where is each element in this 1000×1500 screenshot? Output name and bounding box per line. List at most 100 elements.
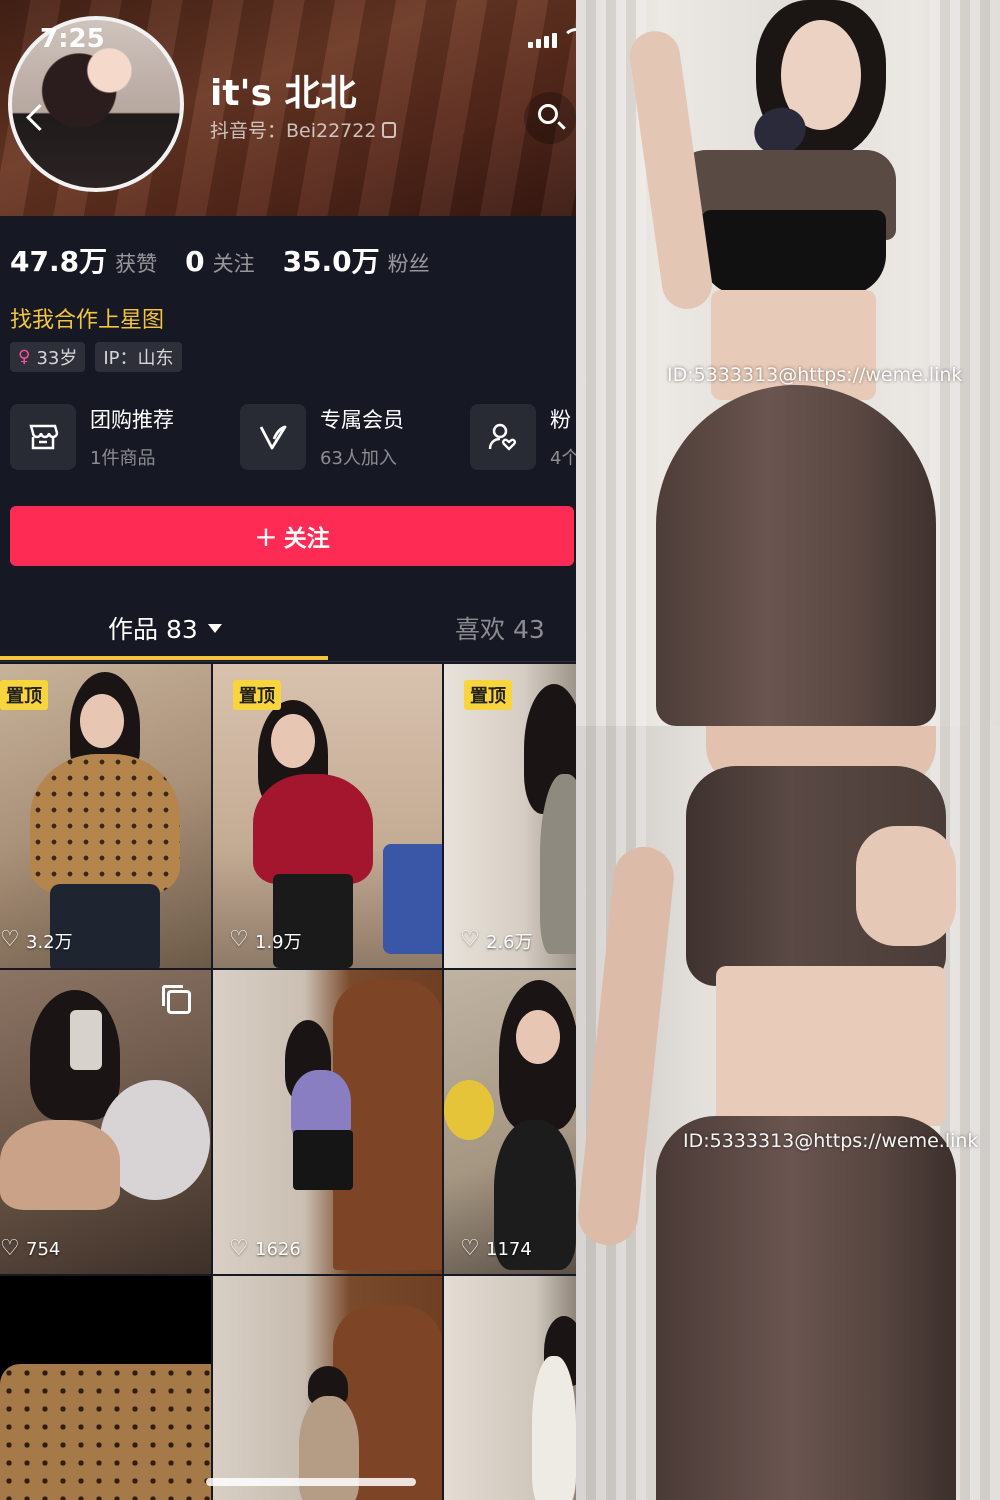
watermark-text: ID:5333313@https://weme.link [667, 364, 963, 386]
heart-icon [229, 1236, 249, 1261]
home-indicator [206, 1478, 416, 1486]
curtain-shape [576, 0, 646, 726]
plus-icon: + [254, 519, 278, 553]
skirt-shape [656, 385, 936, 726]
profile-screen: 7:25 it's 北北 抖音号：Bei22722 47.8万 获赞 0 关注 … [0, 0, 576, 1500]
profile-stats: 47.8万 获赞 0 关注 35.0万 粉丝 [10, 240, 458, 280]
stat-label: 获赞 [115, 252, 158, 276]
video-thumbnail[interactable] [213, 1276, 442, 1500]
like-count-text: 3.2万 [26, 932, 73, 953]
like-count-text: 2.6万 [486, 932, 533, 953]
video-thumbnail[interactable] [0, 1276, 211, 1500]
tab-works[interactable]: 作品 83 [108, 610, 222, 646]
age-tag: ♀ 33岁 [10, 342, 86, 372]
like-count: 2.6万 [460, 927, 533, 954]
douyin-id-row: 抖音号：Bei22722 [210, 116, 397, 143]
stat-following[interactable]: 0 关注 [185, 245, 254, 278]
status-bar-time: 7:25 [40, 24, 105, 54]
service-title: 团购推荐 [90, 408, 174, 432]
wifi-icon [562, 28, 576, 46]
stat-number: 0 [185, 245, 205, 278]
flowers-shape [444, 1080, 494, 1140]
username: it's 北北 [210, 73, 357, 114]
stat-number: 35.0万 [282, 245, 380, 278]
legs-shape [0, 1120, 120, 1210]
waist-shape [716, 966, 946, 1126]
like-count-text: 1626 [255, 1239, 301, 1260]
phone-shape [70, 1010, 102, 1070]
douyin-id: 抖音号：Bei22722 [210, 120, 377, 142]
white-cardigan-shape [532, 1356, 576, 1500]
skirt-shape [50, 884, 160, 968]
video-thumbnail[interactable]: 置顶 2.6万 [444, 664, 576, 968]
profile-bio: 找我合作上星图 [10, 308, 165, 333]
stat-label: 粉丝 [387, 252, 430, 276]
multi-image-icon [162, 985, 191, 1014]
red-top-shape [253, 774, 373, 884]
video-thumbnail[interactable]: 754 [0, 970, 211, 1274]
leopard-fabric-shape [0, 1364, 211, 1500]
bucket-shape [383, 844, 442, 954]
video-thumbnail[interactable]: 置顶 3.2万 [0, 664, 211, 968]
service-member[interactable]: 专属会员 63人加入 [240, 404, 470, 470]
female-gender-icon: ♀ [18, 347, 31, 367]
tab-likes[interactable]: 喜欢 43 [455, 610, 545, 646]
v-member-icon [240, 404, 306, 470]
caret-down-icon [207, 623, 222, 633]
skirt-shape [293, 1130, 353, 1190]
service-subtitle: 1件商品 [90, 448, 156, 469]
heart-icon [0, 927, 20, 952]
pinned-badge: 置顶 [233, 680, 281, 710]
service-title: 粉 [550, 408, 571, 432]
heart-icon [460, 1236, 480, 1261]
service-subtitle: 63人加入 [320, 448, 397, 469]
age-text: 33岁 [36, 348, 78, 369]
copy-icon[interactable] [382, 121, 397, 138]
video-thumbnail[interactable] [444, 1276, 576, 1500]
back-button[interactable] [20, 100, 50, 136]
stat-number: 47.8万 [10, 245, 108, 278]
profile-tags: ♀ 33岁 IP：山东 [10, 342, 182, 372]
skirt-shape [656, 1116, 956, 1500]
video-thumbnail[interactable]: 置顶 1.9万 [213, 664, 442, 968]
like-count: 1.9万 [229, 927, 302, 954]
like-count: 1626 [229, 1236, 301, 1261]
content-tabs: 作品 83 喜欢 43 [0, 596, 576, 662]
like-count-text: 1.9万 [255, 932, 302, 953]
pinned-badge: 置顶 [464, 680, 512, 710]
stat-likes-received[interactable]: 47.8万 获赞 [10, 240, 157, 280]
fans-group-icon [470, 404, 536, 470]
stat-label: 关注 [212, 252, 255, 276]
like-count: 754 [0, 1236, 61, 1261]
heart-icon [229, 927, 249, 952]
follow-button-label: 关注 [283, 526, 330, 552]
black-bra-shape [701, 210, 886, 295]
hand-shape [856, 826, 956, 946]
signal-icon [528, 33, 557, 48]
photo-bottom: ID:5333313@https://weme.link [576, 726, 1000, 1500]
face-shape [80, 694, 124, 748]
ip-location-tag: IP：山东 [95, 342, 182, 372]
heart-icon [460, 927, 480, 952]
ip-location-text: IP：山东 [103, 348, 174, 369]
search-button[interactable] [524, 92, 576, 144]
watermark-text: ID:5333313@https://weme.link [683, 1130, 979, 1152]
like-count-text: 754 [26, 1239, 61, 1260]
follow-button[interactable]: + 关注 [10, 506, 574, 566]
video-thumbnail[interactable]: 1174 [444, 970, 576, 1274]
pinned-badge: 置顶 [0, 680, 48, 710]
heart-icon [0, 1236, 20, 1261]
storefront-icon [10, 404, 76, 470]
face-shape [516, 1010, 560, 1064]
search-icon [538, 104, 558, 124]
like-count: 3.2万 [0, 927, 73, 954]
tab-works-label: 作品 83 [108, 615, 198, 644]
stat-followers[interactable]: 35.0万 粉丝 [283, 240, 430, 280]
video-thumbnail[interactable]: 1626 [213, 970, 442, 1274]
photo-top: ID:5333313@https://weme.link [576, 0, 1000, 726]
service-fans-group[interactable]: 粉 4个 [470, 404, 576, 470]
face-shape [271, 714, 315, 768]
service-group-buy[interactable]: 团购推荐 1件商品 [10, 404, 240, 470]
service-entries: 团购推荐 1件商品 专属会员 63人加入 粉 4个 [10, 404, 576, 470]
curtain-shape [930, 0, 1000, 726]
